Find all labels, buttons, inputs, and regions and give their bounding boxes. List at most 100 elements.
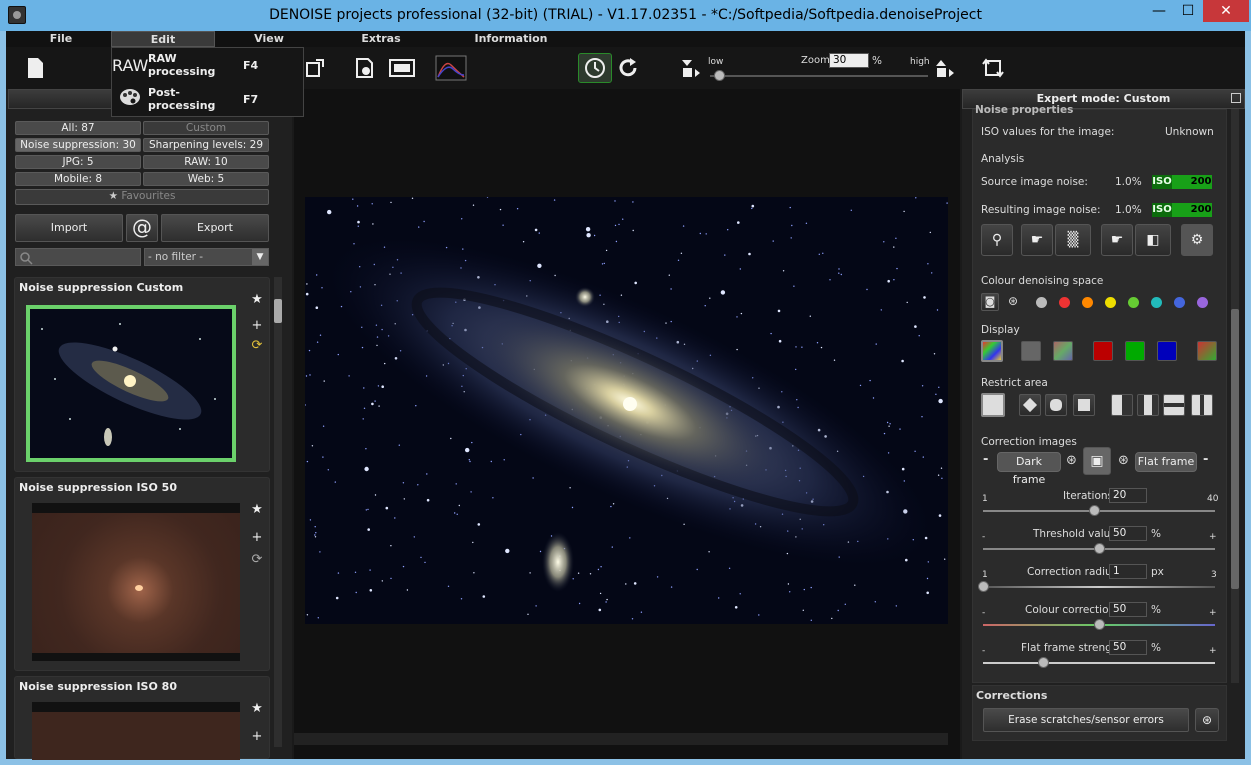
analysis-tool-1-icon[interactable]: ⚲ bbox=[981, 224, 1013, 256]
display-mixed-icon[interactable] bbox=[1053, 341, 1073, 361]
dark-frame-remove-icon[interactable]: - bbox=[983, 452, 988, 467]
restrict-hexagon-icon[interactable] bbox=[1045, 394, 1067, 416]
dark-frame-button[interactable]: Dark frame bbox=[997, 452, 1061, 486]
filter-web[interactable]: Web: 5 bbox=[143, 172, 269, 186]
preset-card-iso-80[interactable]: Noise suppression ISO 80 ★ + bbox=[14, 676, 270, 760]
menu-file[interactable]: File bbox=[26, 31, 96, 47]
zoom-slider-knob[interactable] bbox=[714, 70, 725, 81]
hand-pointer-2-icon[interactable]: ☛ bbox=[1101, 224, 1133, 256]
fit-view-icon[interactable] bbox=[980, 55, 1006, 81]
presets-scrollbar-thumb[interactable] bbox=[274, 299, 282, 323]
restrict-horizontal-icon[interactable] bbox=[1163, 394, 1185, 416]
flat-frame-link-icon[interactable]: ⊛ bbox=[1118, 453, 1129, 468]
zoom-input[interactable]: 30 bbox=[829, 53, 869, 68]
display-gray-icon[interactable] bbox=[1021, 341, 1041, 361]
radius-slider-knob[interactable] bbox=[978, 581, 989, 592]
zoom-in-icon[interactable] bbox=[932, 55, 958, 81]
colour-correction-input[interactable]: 50 bbox=[1109, 602, 1147, 617]
restrict-full-icon[interactable] bbox=[981, 393, 1005, 417]
flat-frame-remove-icon[interactable]: - bbox=[1203, 452, 1208, 467]
preset-card-iso-50[interactable]: Noise suppression ISO 50 ★ + ⟳ bbox=[14, 477, 270, 671]
zoom-slider-track[interactable] bbox=[710, 75, 928, 77]
iterations-slider-knob[interactable] bbox=[1089, 505, 1101, 516]
canvas-horizontal-scrollbar[interactable] bbox=[294, 733, 948, 745]
preset-thumbnail[interactable] bbox=[26, 305, 236, 462]
maximize-button[interactable]: ☐ bbox=[1172, 0, 1204, 22]
import-button[interactable]: Import bbox=[15, 214, 123, 242]
filter-jpg[interactable]: JPG: 5 bbox=[15, 155, 141, 169]
radius-slider[interactable] bbox=[983, 586, 1215, 588]
close-button[interactable]: ✕ bbox=[1203, 0, 1249, 22]
add-icon[interactable]: + bbox=[249, 729, 265, 745]
filter-favourites[interactable]: ★ Favourites bbox=[15, 189, 269, 205]
restrict-square-icon[interactable] bbox=[1073, 394, 1095, 416]
menu-item-post-processing[interactable]: Post-processing F7 bbox=[112, 82, 305, 116]
menu-extras[interactable]: Extras bbox=[346, 31, 416, 47]
menu-view[interactable]: View bbox=[234, 31, 304, 47]
iterations-input[interactable]: 20 bbox=[1109, 488, 1147, 503]
compare-icon[interactable] bbox=[386, 55, 418, 81]
colour-green-dot[interactable] bbox=[1128, 297, 1139, 308]
colour-red-dot[interactable] bbox=[1059, 297, 1070, 308]
flat-frame-strength-slider-knob[interactable] bbox=[1038, 657, 1050, 668]
expert-scrollbar-thumb[interactable] bbox=[1231, 309, 1239, 589]
export-button[interactable]: Export bbox=[161, 214, 269, 242]
refresh-icon[interactable]: ⟳ bbox=[249, 338, 265, 354]
settings-gear-icon[interactable]: ⚙ bbox=[1181, 224, 1213, 256]
menu-information[interactable]: Information bbox=[466, 31, 556, 47]
erase-scratches-link-icon[interactable]: ⊛ bbox=[1195, 708, 1219, 732]
favourite-star-icon[interactable]: ★ bbox=[249, 502, 265, 518]
threshold-input[interactable]: 50 bbox=[1109, 526, 1147, 541]
display-green-icon[interactable] bbox=[1125, 341, 1145, 361]
flat-frame-button[interactable]: Flat frame bbox=[1135, 452, 1197, 472]
export-icon[interactable] bbox=[302, 55, 328, 81]
correction-file-icon[interactable]: ▣ bbox=[1083, 447, 1111, 475]
hand-pointer-icon[interactable]: ☛ bbox=[1021, 224, 1053, 256]
preset-thumbnail[interactable] bbox=[32, 503, 240, 661]
histogram-icon[interactable] bbox=[434, 55, 468, 81]
display-blue-icon[interactable] bbox=[1157, 341, 1177, 361]
filter-custom[interactable]: Custom bbox=[143, 121, 269, 135]
preset-thumbnail[interactable] bbox=[32, 702, 240, 760]
add-icon[interactable]: + bbox=[249, 318, 265, 334]
contrast-icon[interactable]: ◧ bbox=[1135, 224, 1171, 256]
expert-scrollbar[interactable] bbox=[1231, 109, 1239, 683]
menu-item-raw-processing[interactable]: RAW RAW processing F4 bbox=[112, 48, 305, 82]
favourite-star-icon[interactable]: ★ bbox=[249, 701, 265, 717]
redo-icon[interactable] bbox=[616, 55, 642, 81]
preset-search-input[interactable] bbox=[15, 248, 141, 266]
link-icon[interactable]: ⊛ bbox=[1008, 294, 1018, 308]
colour-correction-slider-knob[interactable] bbox=[1094, 619, 1105, 630]
colour-yellow-dot[interactable] bbox=[1105, 297, 1116, 308]
colour-violet-dot[interactable] bbox=[1197, 297, 1208, 308]
colour-gray-dot[interactable] bbox=[1036, 297, 1047, 308]
galaxy-image[interactable] bbox=[305, 197, 948, 624]
zoom-out-icon[interactable] bbox=[678, 55, 704, 81]
filter-sharpening[interactable]: Sharpening levels: 29 bbox=[143, 138, 269, 152]
radius-input[interactable]: 1 bbox=[1109, 564, 1147, 579]
restrict-vertical-icon[interactable] bbox=[1191, 394, 1213, 416]
colour-blue-dot[interactable] bbox=[1174, 297, 1185, 308]
image-canvas[interactable] bbox=[294, 89, 960, 759]
email-button[interactable]: @ bbox=[126, 214, 158, 242]
auto-denoise-icon[interactable] bbox=[578, 53, 612, 83]
favourite-star-icon[interactable]: ★ bbox=[249, 292, 265, 308]
dark-frame-link-icon[interactable]: ⊛ bbox=[1066, 453, 1077, 468]
colour-orange-dot[interactable] bbox=[1082, 297, 1093, 308]
restrict-center-icon[interactable] bbox=[1137, 394, 1159, 416]
filter-noise-suppression[interactable]: Noise suppression: 30 bbox=[15, 138, 141, 152]
add-icon[interactable]: + bbox=[249, 530, 265, 546]
display-rgb-icon[interactable] bbox=[981, 340, 1003, 362]
display-split-icon[interactable] bbox=[1197, 341, 1217, 361]
filter-mobile[interactable]: Mobile: 8 bbox=[15, 172, 141, 186]
restrict-left-half-icon[interactable] bbox=[1111, 394, 1133, 416]
camera-icon[interactable]: ◙ bbox=[981, 293, 999, 311]
flat-frame-strength-input[interactable]: 50 bbox=[1109, 640, 1147, 655]
filter-all[interactable]: All: 87 bbox=[15, 121, 141, 135]
flat-frame-strength-slider[interactable] bbox=[983, 662, 1215, 664]
noise-pattern-icon[interactable]: ▒ bbox=[1055, 224, 1091, 256]
colour-cyan-dot[interactable] bbox=[1151, 297, 1162, 308]
refresh-icon[interactable]: ⟳ bbox=[249, 552, 265, 568]
presets-scrollbar[interactable] bbox=[274, 277, 282, 747]
preset-card-custom[interactable]: Noise suppression Custom ★ + ⟳ bbox=[14, 277, 270, 472]
